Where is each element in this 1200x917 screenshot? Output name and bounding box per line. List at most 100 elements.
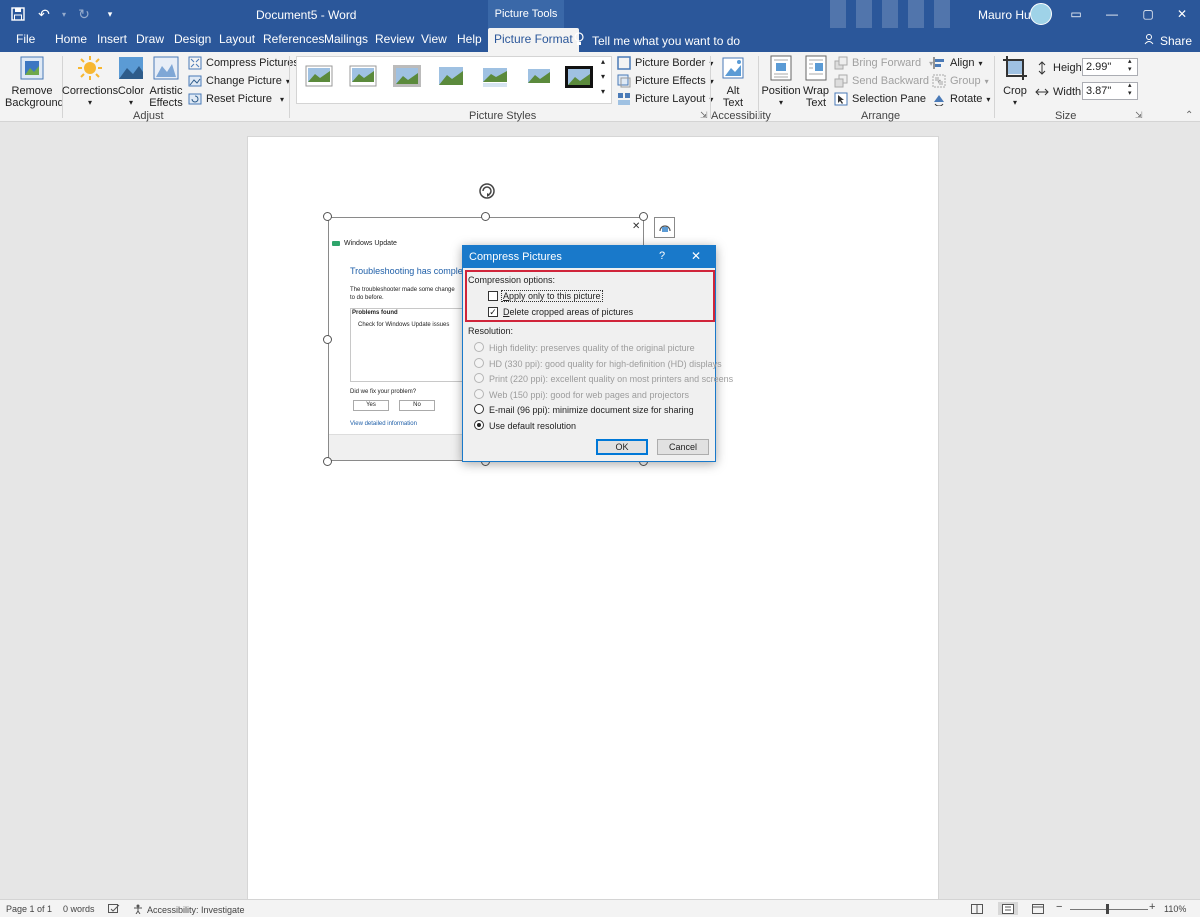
picture-effects-button[interactable]: Picture Effects ▾ (617, 74, 714, 88)
zoom-level[interactable]: 110% (1164, 904, 1186, 914)
tab-mailings[interactable]: Mailings (320, 28, 372, 52)
tab-layout[interactable]: Layout (215, 28, 259, 52)
spin-down-icon[interactable]: ▾ (1128, 90, 1132, 98)
default-resolution-radio[interactable] (474, 420, 484, 430)
picture-style-thumb[interactable] (393, 65, 421, 89)
crop-button[interactable]: Crop ▾ (1000, 54, 1030, 109)
artistic-effects-button[interactable]: Artistic Effects (148, 54, 184, 109)
rotate-button[interactable]: Rotate ▾ (932, 92, 990, 106)
spin-down-icon[interactable]: ▾ (1128, 66, 1132, 74)
default-resolution-label[interactable]: Use default resolution (489, 421, 576, 431)
resize-handle-w[interactable] (323, 335, 332, 344)
picture-border-button[interactable]: Picture Border ▾ (617, 56, 713, 70)
picture-layout-button[interactable]: Picture Layout ▾ (617, 92, 713, 106)
spin-up-icon[interactable]: ▴ (1128, 82, 1132, 90)
avatar[interactable] (1030, 3, 1052, 25)
align-button[interactable]: Align ▾ (932, 56, 982, 70)
email-radio[interactable] (474, 404, 484, 414)
undo-dropdown-icon[interactable]: ▾ (60, 4, 68, 24)
zoom-slider[interactable] (1070, 909, 1148, 910)
help-icon[interactable]: ? (659, 250, 665, 262)
bring-forward-button[interactable]: Bring Forward ▾ (834, 56, 933, 70)
picture-style-thumb[interactable] (349, 65, 377, 89)
word-count[interactable]: 0 words (63, 904, 95, 914)
rotate-handle-icon[interactable] (478, 182, 496, 200)
chevron-down-icon[interactable]: ▾ (601, 72, 605, 81)
page-count[interactable]: Page 1 of 1 (6, 904, 52, 914)
maximize-icon[interactable]: ▢ (1130, 0, 1166, 28)
tab-insert[interactable]: Insert (93, 28, 131, 52)
tab-help[interactable]: Help (453, 28, 486, 52)
tab-home[interactable]: Home (51, 28, 91, 52)
tab-file[interactable]: File (12, 28, 39, 52)
resize-handle-nw[interactable] (323, 212, 332, 221)
save-icon[interactable] (8, 4, 28, 24)
delete-cropped-checkbox[interactable]: ✓ (488, 307, 498, 317)
apply-only-checkbox[interactable] (488, 291, 498, 301)
web-radio[interactable] (474, 389, 484, 399)
delete-cropped-label[interactable]: Delete cropped areas of pictures (503, 307, 633, 317)
high-fidelity-radio[interactable] (474, 342, 484, 352)
user-name[interactable]: Mauro Huc (978, 8, 1037, 22)
position-button[interactable]: Position ▾ (761, 54, 801, 109)
corrections-button[interactable]: Corrections ▾ (62, 54, 118, 109)
spin-up-icon[interactable]: ▴ (1128, 58, 1132, 66)
share-button[interactable]: Share (1144, 33, 1192, 48)
picture-style-thumb[interactable] (525, 65, 553, 89)
customize-qat-icon[interactable]: ▾ (100, 4, 120, 24)
picture-style-thumb[interactable] (305, 65, 333, 89)
tell-me-search[interactable]: Tell me what you want to do (574, 32, 740, 49)
picture-style-thumb[interactable] (565, 65, 593, 89)
resize-handle-sw[interactable] (323, 457, 332, 466)
undo-icon[interactable]: ↶ (34, 4, 54, 24)
tab-review[interactable]: Review (371, 28, 418, 52)
zoom-slider-thumb[interactable] (1106, 904, 1109, 914)
alt-text-button[interactable]: Alt Text (716, 54, 750, 109)
cancel-button[interactable]: Cancel (657, 439, 709, 455)
web-layout-icon[interactable] (1032, 904, 1044, 916)
selection-pane-button[interactable]: Selection Pane (834, 92, 926, 106)
reset-picture-button[interactable]: Reset Picture ▾ (188, 92, 284, 106)
close-icon[interactable]: ✕ (1164, 0, 1200, 28)
picture-style-thumb[interactable] (437, 65, 465, 89)
zoom-out-icon[interactable]: − (1056, 901, 1062, 913)
print-layout-icon[interactable] (998, 902, 1018, 915)
resize-handle-n[interactable] (481, 212, 490, 221)
zoom-in-icon[interactable]: + (1149, 901, 1155, 913)
gallery-scroll[interactable]: ▴ ▾ ▾ (601, 57, 605, 96)
ok-button[interactable]: OK (596, 439, 648, 455)
picture-style-thumb[interactable] (481, 65, 509, 89)
ribbon-display-options-icon[interactable]: ▭ (1058, 0, 1094, 28)
picture-styles-gallery[interactable] (296, 56, 612, 104)
wrap-text-button[interactable]: Wrap Text (801, 54, 831, 109)
height-spinner[interactable]: ▴ ▾ (1128, 58, 1132, 74)
tab-view[interactable]: View (417, 28, 451, 52)
tab-references[interactable]: References (259, 28, 328, 52)
apply-only-label[interactable]: Apply only to this picture (501, 290, 603, 302)
resize-handle-ne[interactable] (639, 212, 648, 221)
read-mode-icon[interactable] (971, 904, 983, 916)
minimize-icon[interactable]: — (1094, 0, 1130, 28)
compress-pictures-button[interactable]: Compress Pictures (188, 56, 299, 70)
send-backward-button[interactable]: Send Backward ▾ (834, 74, 941, 88)
layout-options-button[interactable] (654, 217, 675, 238)
more-icon[interactable]: ▾ (601, 87, 605, 96)
width-spinner[interactable]: ▴ ▾ (1128, 82, 1132, 98)
change-picture-button[interactable]: Change Picture ▾ (188, 74, 290, 88)
dialog-launcher-icon[interactable]: ⇲ (1135, 110, 1143, 121)
group-button[interactable]: Group ▾ (932, 74, 989, 88)
collapse-ribbon-icon[interactable]: ⌃ (1185, 110, 1193, 121)
chevron-up-icon[interactable]: ▴ (601, 57, 605, 66)
dialog-launcher-icon[interactable]: ⇲ (700, 110, 708, 121)
remove-background-button[interactable]: Remove Background (5, 54, 64, 109)
close-icon[interactable]: ✕ (691, 249, 701, 263)
color-button[interactable]: Color ▾ (116, 54, 146, 109)
tab-draw[interactable]: Draw (132, 28, 168, 52)
email-label[interactable]: E-mail (96 ppi): minimize document size … (489, 405, 694, 415)
accessibility-status[interactable]: Accessibility: Investigate (133, 904, 245, 916)
hd-radio[interactable] (474, 358, 484, 368)
print-radio[interactable] (474, 373, 484, 383)
redo-icon[interactable]: ↻ (74, 4, 94, 24)
proofing-icon[interactable] (108, 904, 120, 916)
tab-picture-format[interactable]: Picture Format (488, 28, 579, 52)
